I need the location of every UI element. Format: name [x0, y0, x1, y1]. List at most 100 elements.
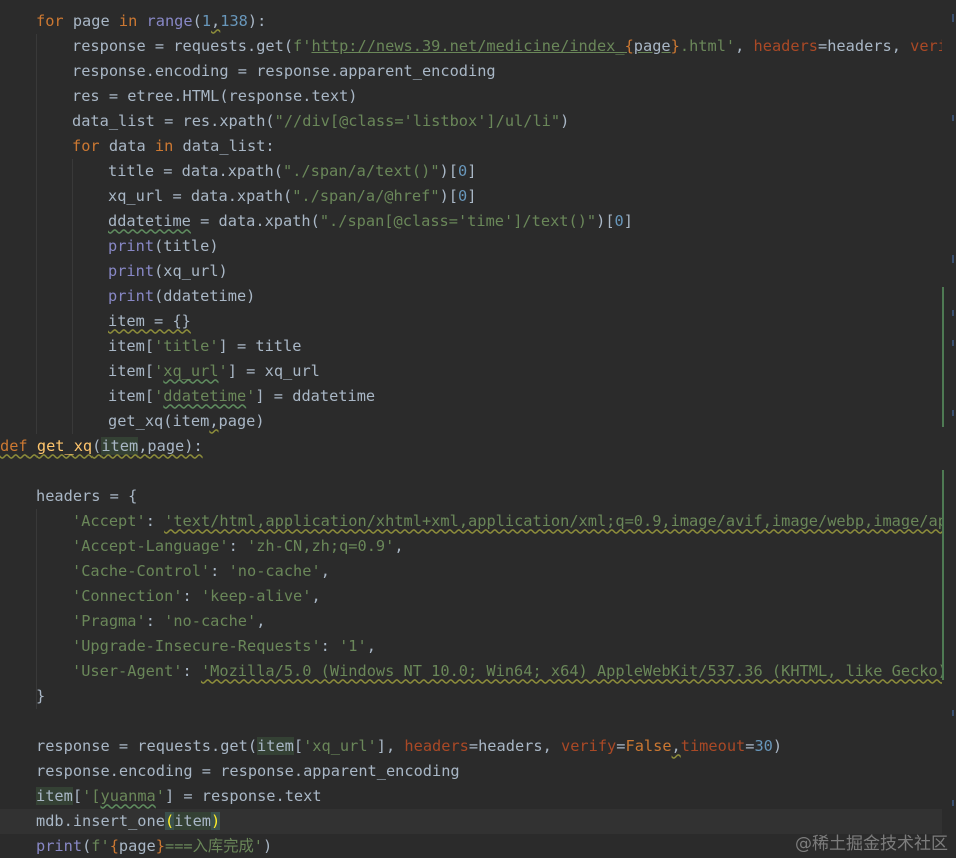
code-line[interactable]: def get_xq(item,page):: [0, 434, 942, 459]
code-token: page): [218, 411, 265, 430]
code-token: }: [36, 686, 46, 705]
code-token: ): [263, 836, 273, 855]
code-line[interactable]: 'Cache-Control': 'no-cache',: [0, 559, 942, 584]
code-line[interactable]: response = requests.get(item['xq_url'], …: [0, 734, 942, 759]
code-editor[interactable]: for page in range(1,138): response = requ…: [0, 0, 956, 858]
code-token: print: [108, 261, 155, 280]
code-token: item[: [108, 361, 155, 380]
code-line[interactable]: response.encoding = response.apparent_en…: [0, 59, 942, 84]
code-line[interactable]: 'User-Agent': 'Mozilla/5.0 (Windows NT 1…: [0, 659, 942, 684]
code-token: get_xq: [36, 436, 93, 455]
code-line[interactable]: item['ddatetime'] = ddatetime: [0, 384, 942, 409]
code-token: ] = xq_url: [227, 361, 320, 380]
code-token: ===入库完成': [164, 836, 264, 855]
gutter-marker[interactable]: [952, 255, 954, 263]
code-line[interactable]: response = requests.get(f'http://news.39…: [0, 34, 942, 59]
code-line[interactable]: 'Pragma': 'no-cache',: [0, 609, 942, 634]
code-line[interactable]: item = {}: [0, 309, 942, 334]
code-line[interactable]: item['[yuanma'] = response.text: [0, 784, 942, 809]
code-token: {: [624, 36, 634, 55]
gutter-marker[interactable]: [942, 470, 944, 680]
code-line[interactable]: ddatetime = data.xpath("./span[@class='t…: [0, 209, 942, 234]
code-token: for: [36, 11, 64, 30]
code-token: timeout: [680, 736, 746, 755]
code-token: 'xq_url': [303, 736, 377, 755]
code-token: ]: [467, 186, 477, 205]
gutter-marker[interactable]: [952, 410, 954, 416]
code-line[interactable]: get_xq(item,page): [0, 409, 942, 434]
code-token: ': [155, 786, 165, 805]
gutter-marker[interactable]: [952, 115, 954, 121]
code-line[interactable]: [0, 459, 942, 484]
code-line[interactable]: 'Accept-Language': 'zh-CN,zh;q=0.9',: [0, 534, 942, 559]
code-token: "//div[@class='listbox']/ul/li": [274, 111, 561, 130]
watermark: @稀土掘金技术社区: [795, 834, 948, 854]
code-line[interactable]: print(ddatetime): [0, 284, 942, 309]
code-token: (ddatetime): [154, 286, 256, 305]
code-token: (title): [154, 236, 219, 255]
code-token: False: [625, 736, 672, 755]
code-token: item: [36, 786, 73, 805]
code-token: }: [670, 36, 680, 55]
code-token: 0: [457, 186, 468, 205]
code-token: data_list = res.xpath(: [72, 111, 275, 130]
code-line[interactable]: [0, 709, 942, 734]
code-token: res = etree.HTML(response.text): [72, 86, 358, 105]
code-line[interactable]: item['xq_url'] = xq_url: [0, 359, 942, 384]
code-token: http://news.39.net/medicine/index_: [311, 36, 625, 55]
code-line[interactable]: 'Accept': 'text/html,application/xhtml+x…: [0, 509, 942, 534]
code-token: ddatetime: [108, 211, 191, 230]
code-line[interactable]: 'Upgrade-Insecure-Requests': '1',: [0, 634, 942, 659]
code-line[interactable]: 'Connection': 'keep-alive',: [0, 584, 942, 609]
gutter-marker[interactable]: [952, 800, 954, 806]
code-line[interactable]: headers = {: [0, 484, 942, 509]
code-line[interactable]: title = data.xpath("./span/a/text()")[0]: [0, 159, 942, 184]
code-token: ):: [247, 11, 267, 30]
code-token: 30: [754, 736, 773, 755]
code-line[interactable]: for page in range(1,138):: [0, 9, 942, 34]
code-line[interactable]: print(xq_url): [0, 259, 942, 284]
code-line[interactable]: print(title): [0, 234, 942, 259]
code-token: print: [36, 836, 83, 855]
code-line[interactable]: item['title'] = title: [0, 334, 942, 359]
code-line[interactable]: response.encoding = response.apparent_en…: [0, 759, 942, 784]
code-token: response = requests.get(: [36, 736, 258, 755]
code-token: =headers,: [468, 736, 561, 755]
code-token: "./span/a/@href": [292, 186, 440, 205]
code-token: ': [246, 386, 256, 405]
code-line[interactable]: }: [0, 684, 942, 709]
code-token: response.encoding = response.apparent_en…: [36, 761, 460, 780]
code-token: print: [108, 286, 155, 305]
code-token: ': [218, 361, 228, 380]
code-token: mdb.insert_one: [36, 811, 165, 830]
code-token: ,: [320, 561, 330, 580]
code-token: 138: [220, 11, 248, 30]
code-token: 1: [201, 11, 212, 30]
code-token: "./span/a/text()": [282, 161, 440, 180]
code-token: title = data.xpath(: [108, 161, 283, 180]
code-token: item[: [108, 386, 155, 405]
code-token: ] = response.text: [164, 786, 322, 805]
gutter-marker[interactable]: [952, 310, 954, 316]
code-line[interactable]: data_list = res.xpath("//div[@class='lis…: [0, 109, 942, 134]
code-token: page: [633, 36, 671, 55]
gutter-marker[interactable]: [952, 340, 954, 346]
code-token: response.encoding = response.apparent_en…: [72, 61, 496, 80]
code-line[interactable]: xq_url = data.xpath("./span/a/@href")[0]: [0, 184, 942, 209]
code-token: 'no-cache': [164, 611, 257, 630]
code-token: ,: [211, 11, 221, 30]
code-line[interactable]: for data in data_list:: [0, 134, 942, 159]
gutter-marker[interactable]: [942, 287, 944, 427]
code-token: verify: [561, 736, 617, 755]
gutter-marker[interactable]: [952, 710, 954, 716]
code-token: ,: [671, 736, 681, 755]
code-token: ): [772, 736, 783, 755]
code-token: 'keep-alive': [200, 586, 312, 605]
code-token: 0: [614, 211, 624, 230]
code-line[interactable]: res = etree.HTML(response.text): [0, 84, 942, 109]
error-stripe-gutter[interactable]: [942, 0, 956, 858]
gutter-marker[interactable]: [952, 14, 954, 22]
code-token: f': [91, 836, 110, 855]
code-token: item: [174, 811, 211, 830]
